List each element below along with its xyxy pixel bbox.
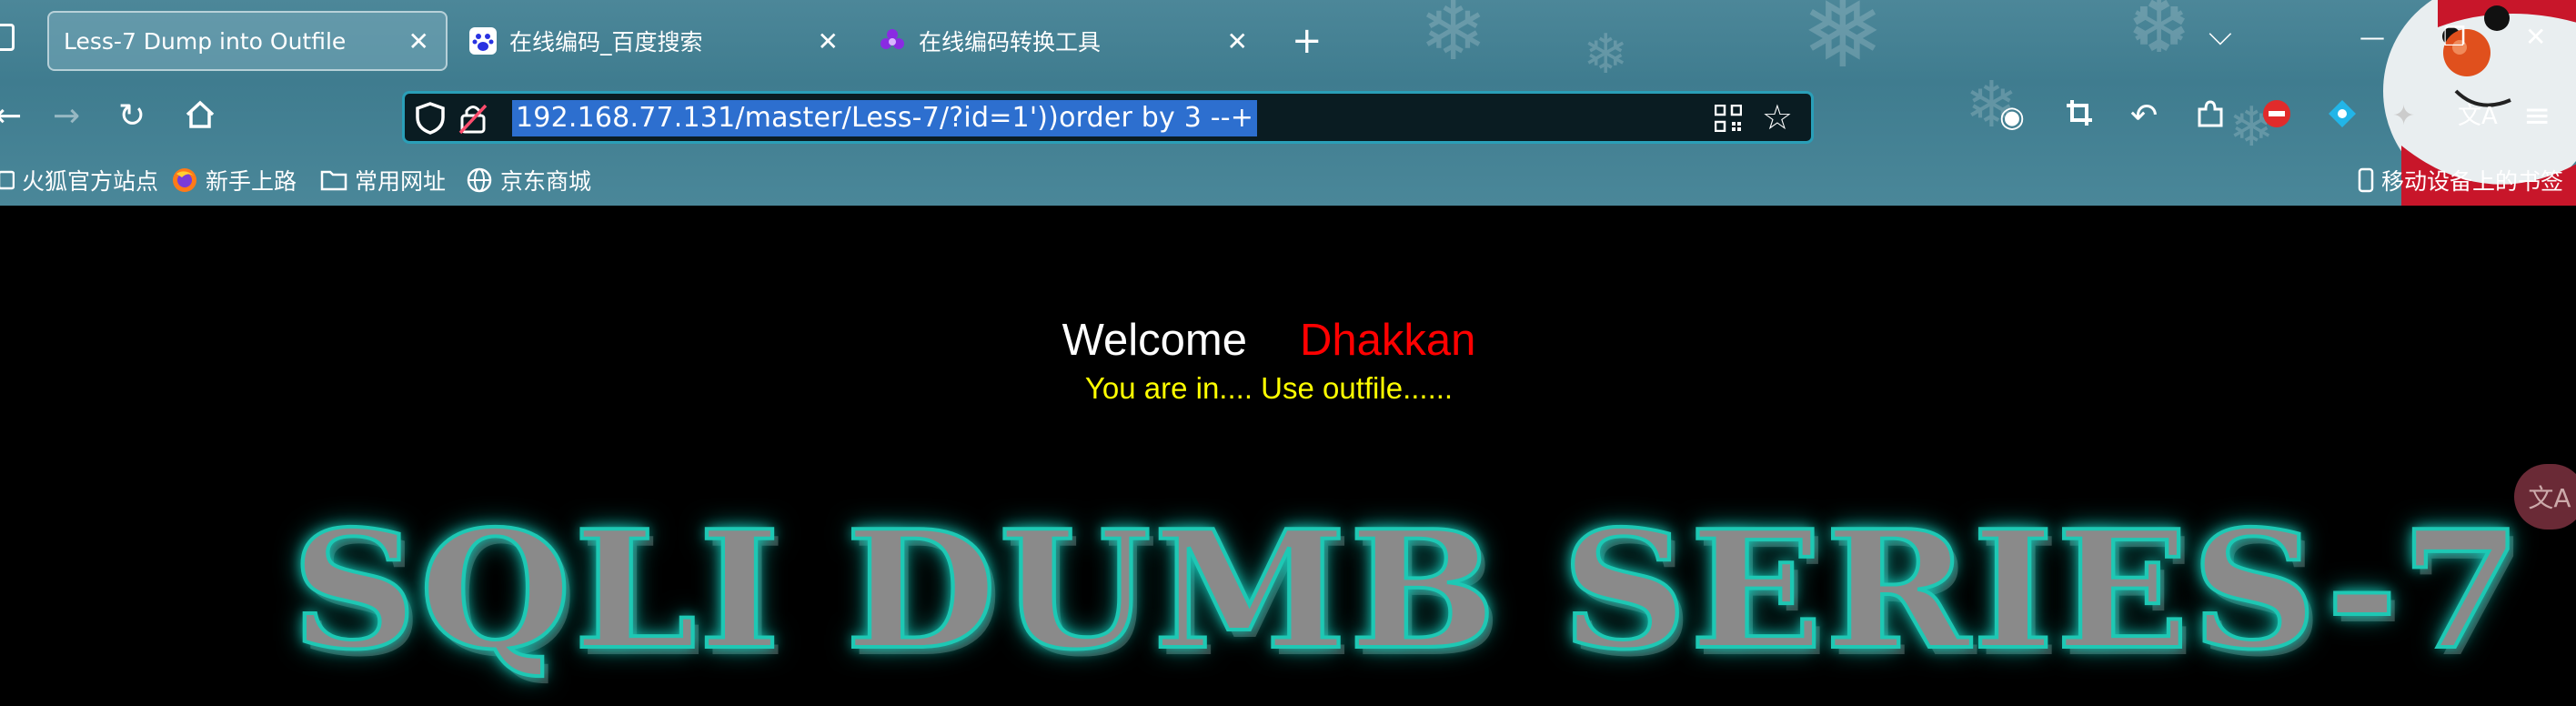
bookmark-item[interactable]: 火狐官方站点	[0, 162, 158, 198]
folder-icon	[0, 169, 15, 191]
bookmark-item[interactable]: 常用网址	[320, 162, 446, 198]
globe-icon	[466, 166, 493, 194]
bookmark-label: 火狐官方站点	[22, 168, 159, 195]
back-icon[interactable]: ←	[0, 98, 22, 135]
tab-strip: Less-7 Dump into Outfile ✕ 在线编码_百度搜索 ✕ 在…	[0, 0, 2576, 80]
tracking-shield-icon[interactable]	[414, 101, 447, 136]
undo-icon[interactable]: ↶	[2130, 98, 2158, 135]
welcome-text: Welcome	[1062, 316, 1247, 365]
floating-translate-icon[interactable]: 文A	[2514, 464, 2576, 530]
extension-gray-icon[interactable]: ✦	[2392, 98, 2415, 135]
tab-baidu-search[interactable]: 在线编码_百度搜索 ✕	[455, 11, 855, 71]
address-bar[interactable]: 192.168.77.131/master/Less-7/?id=1'))ord…	[402, 91, 1814, 144]
welcome-line: Welcome Dhakkan	[0, 315, 2538, 366]
mobile-bookmarks[interactable]: 移动设备上的书签	[2358, 162, 2563, 198]
user-name: Dhakkan	[1299, 316, 1476, 365]
tab-title: 在线编码_百度搜索	[509, 29, 703, 55]
minimize-icon[interactable]: —	[2360, 22, 2385, 52]
bookmark-item[interactable]: 新手上路	[171, 162, 297, 198]
insecure-lock-icon[interactable]	[458, 101, 488, 136]
account-icon[interactable]: ◉	[1999, 98, 2025, 135]
new-tab-button[interactable]: +	[1292, 18, 1323, 64]
mobile-bookmarks-label: 移动设备上的书签	[2381, 168, 2564, 195]
tab-less-7[interactable]: Less-7 Dump into Outfile ✕	[47, 11, 448, 71]
firefox-icon	[171, 166, 198, 194]
series-banner-title: SQLI DUMB SERIES-7	[289, 495, 2524, 685]
menu-hamburger-icon[interactable]: ≡	[2523, 98, 2551, 135]
sidebar-toggle-icon[interactable]	[0, 24, 15, 51]
close-window-icon[interactable]: ✕	[2525, 22, 2546, 52]
baidu-paw-icon	[469, 27, 497, 55]
close-tab-icon[interactable]: ✕	[818, 26, 839, 56]
restore-icon[interactable]: ❐	[2443, 22, 2466, 52]
bookmark-label: 常用网址	[355, 168, 447, 195]
extensions-puzzle-icon[interactable]	[2196, 98, 2225, 137]
home-icon[interactable]	[184, 98, 216, 139]
status-message: You are in.... Use outfile......	[1084, 371, 1454, 405]
bookmark-label: 新手上路	[206, 168, 297, 195]
tab-list-chevron-icon[interactable]: ⌵	[2209, 16, 2232, 53]
close-tab-icon[interactable]: ✕	[1227, 26, 1248, 56]
folder-icon	[320, 168, 347, 192]
tab-title: 在线编码转换工具	[919, 29, 1102, 55]
close-tab-icon[interactable]: ✕	[408, 26, 429, 56]
tab-encoding-tool[interactable]: 在线编码转换工具 ✕	[864, 11, 1264, 71]
purple-flower-icon	[879, 27, 906, 55]
translate-icon[interactable]: 文A	[2458, 98, 2498, 135]
bookmark-star-icon[interactable]: ☆	[1762, 97, 1793, 137]
browser-chrome: ❄ ❄ ❅ ❄ ❆ ❄ ❅ Less-7 Dump into Outfile ✕…	[0, 0, 2576, 206]
tab-title: Less-7 Dump into Outfile	[64, 27, 347, 55]
extension-blue-icon[interactable]	[2327, 98, 2358, 137]
screenshot-crop-icon[interactable]	[2065, 98, 2094, 136]
reload-icon[interactable]: ↻	[118, 98, 146, 135]
adblock-extension-icon[interactable]	[2261, 98, 2292, 137]
bookmark-item[interactable]: 京东商城	[466, 162, 591, 198]
forward-icon[interactable]: →	[53, 98, 80, 135]
qr-code-icon[interactable]	[1715, 105, 1742, 132]
mobile-device-icon	[2358, 167, 2374, 193]
bookmark-label: 京东商城	[500, 168, 592, 195]
url-text[interactable]: 192.168.77.131/master/Less-7/?id=1'))ord…	[512, 100, 1258, 136]
